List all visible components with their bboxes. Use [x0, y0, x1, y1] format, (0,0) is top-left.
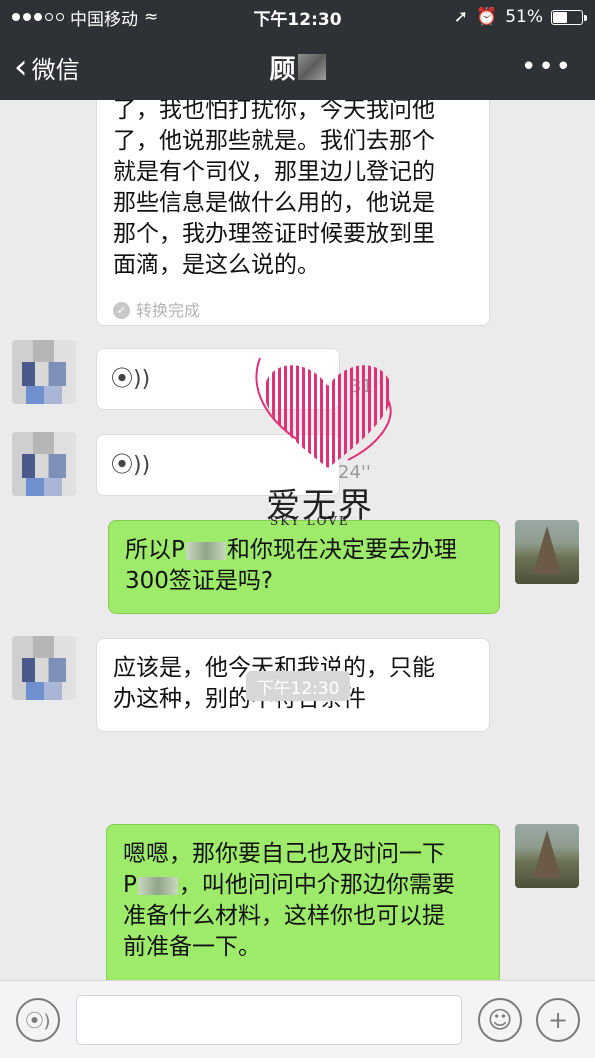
sent-message-bubble[interactable]: 所以P 和你现在决定要去办理 300签证是吗? [108, 520, 500, 614]
blurred-name [185, 541, 226, 560]
emoji-icon: ☺ [487, 1006, 513, 1034]
status-time: 下午12:30 [253, 9, 342, 30]
battery-icon [551, 9, 587, 25]
voice-message-bubble[interactable]: ⦿)) [96, 348, 340, 410]
status-left: 中国移动 ≈ [12, 5, 222, 30]
nav-bar: ‹ 微信 顾 ••• [0, 34, 595, 100]
back-label: 微信 [31, 55, 80, 84]
chat-area[interactable]: 了，我也怕打扰你，今天我问他 了，他说那些就是。我们去那个 就是有个司仪，那里边… [0, 100, 595, 980]
input-bar: ⦿) ☺ + [0, 980, 595, 1058]
voice-wave-icon: ⦿)) [111, 366, 151, 392]
message-text: 嗯嗯，那你要自己也及时问一下 P ，叫他问问中介那边你需要 准备什么材料，这样你也… [123, 841, 455, 960]
voice-input-button[interactable]: ⦿) [16, 998, 60, 1042]
voice-duration: 24'' [338, 462, 371, 483]
voice-duration: 31'' [350, 376, 383, 397]
battery-percent: 51% [505, 7, 543, 27]
conversion-status: ✓ 转换完成 [113, 295, 473, 326]
message-text: 所以P 和你现在决定要去办理 300签证是吗? [125, 537, 457, 594]
message-bubble-converted[interactable]: 了，我也怕打扰你，今天我问他 了，他说那些就是。我们去那个 就是有个司仪，那里边… [96, 100, 490, 326]
my-avatar[interactable] [515, 824, 579, 888]
my-avatar[interactable] [515, 520, 579, 584]
emoji-button[interactable]: ☺ [478, 998, 522, 1042]
voice-wave-icon: ⦿)) [111, 452, 151, 478]
back-button[interactable]: ‹ 微信 [0, 50, 180, 85]
contact-avatar[interactable] [12, 432, 76, 496]
status-bar: 中国移动 ≈ 下午12:30 ➚ ⏰ 51% [0, 0, 595, 34]
blurred-name [297, 54, 326, 80]
more-button[interactable]: ••• [415, 52, 595, 82]
carrier-label: 中国移动 [70, 9, 138, 30]
chevron-left-icon: ‹ [14, 47, 28, 87]
contact-avatar[interactable] [12, 340, 76, 404]
plus-icon: + [547, 1006, 569, 1034]
voice-message-bubble[interactable]: ⦿)) [96, 434, 340, 496]
voice-wave-icon: ⦿) [25, 1011, 51, 1032]
location-icon: ➚ [453, 7, 469, 27]
more-dots-icon: ••• [520, 52, 573, 82]
status-right: ➚ ⏰ 51% [373, 7, 587, 27]
message-timestamp: 下午12:30 [246, 671, 350, 701]
plus-button[interactable]: + [536, 998, 580, 1042]
blurred-name [137, 876, 178, 895]
wifi-icon: ≈ [144, 7, 159, 27]
sent-message-bubble[interactable]: 嗯嗯，那你要自己也及时问一下 P ，叫他问问中介那边你需要 准备什么材料，这样你也… [106, 824, 500, 980]
conversion-status-label: 转换完成 [136, 301, 201, 320]
chat-title: 顾 [180, 49, 415, 86]
check-icon: ✓ [113, 302, 130, 319]
contact-avatar[interactable] [12, 636, 76, 700]
converted-text: 了，我也怕打扰你，今天我问他 了，他说那些就是。我们去那个 就是有个司仪，那里边… [113, 100, 435, 278]
alarm-icon: ⏰ [476, 7, 498, 27]
message-input[interactable] [76, 995, 462, 1045]
chat-title-text: 顾 [269, 54, 296, 85]
signal-icon [12, 13, 64, 21]
